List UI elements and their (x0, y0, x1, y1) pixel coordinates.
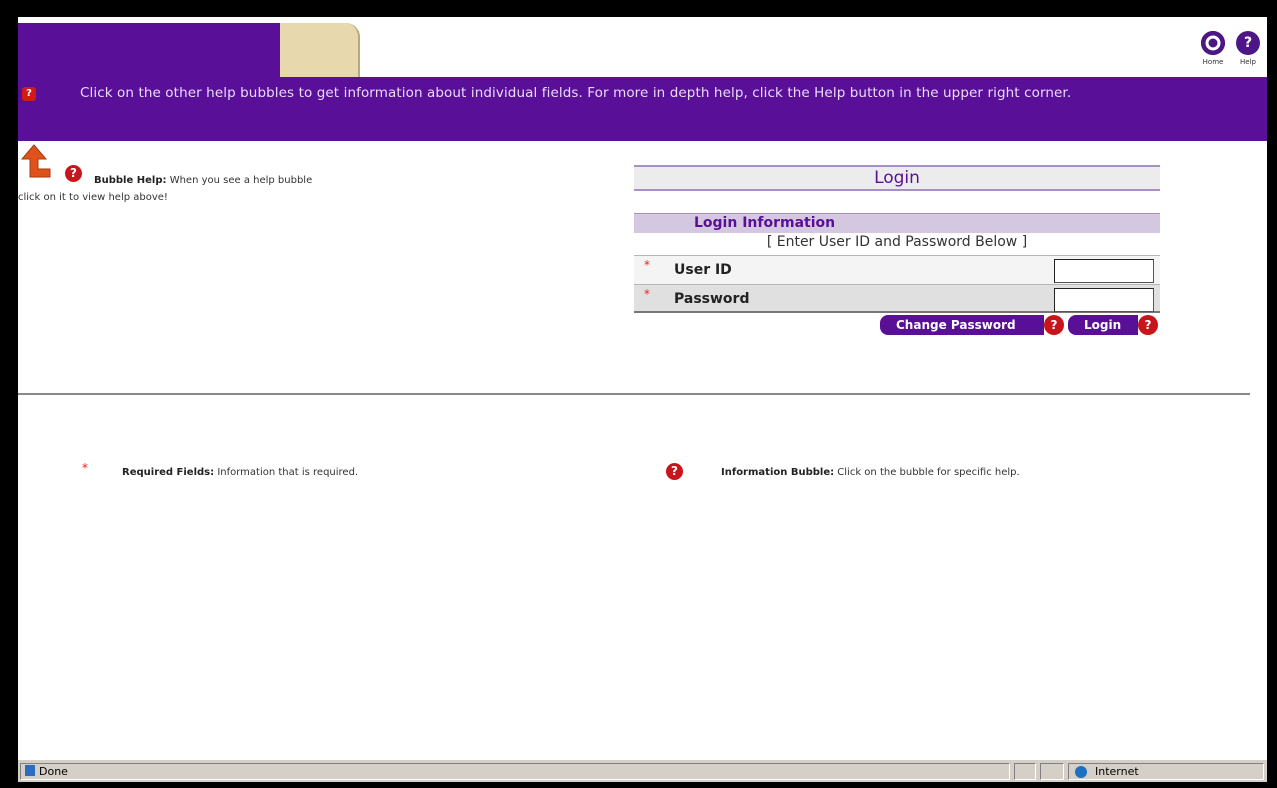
required-marker-legend: * (82, 461, 88, 475)
user-id-row: * User ID (634, 255, 1160, 284)
status-cell (1014, 763, 1036, 780)
home-icon[interactable] (1201, 31, 1225, 55)
info-bubble-legend-icon: ? (666, 463, 683, 480)
login-title: Login (634, 165, 1160, 191)
required-fields-desc: Information that is required. (217, 467, 359, 478)
info-bubble-legend: Information Bubble: Click on the bubble … (721, 467, 1020, 478)
change-password-help-icon[interactable]: ? (1044, 315, 1064, 335)
header-tab-active (18, 23, 308, 81)
globe-icon (1075, 766, 1087, 778)
user-id-input[interactable] (1054, 259, 1154, 283)
login-help-icon[interactable]: ? (1138, 315, 1158, 335)
zone-cell: Internet (1068, 763, 1264, 780)
required-marker: * (644, 258, 650, 272)
page-icon (25, 765, 35, 776)
login-button[interactable]: Login (1068, 315, 1138, 335)
bubble-help-text: Bubble Help: When you see a help bubble (94, 175, 312, 186)
bubble-help-title: Bubble Help: (94, 175, 167, 186)
status-cell (1040, 763, 1064, 780)
user-id-label: User ID (674, 262, 732, 278)
bubble-help-desc-2: click on it to view help above! (18, 192, 168, 203)
login-info-header: Login Information (634, 213, 1160, 233)
password-input[interactable] (1054, 288, 1154, 312)
password-label: Password (674, 291, 750, 307)
password-row: * Password (634, 284, 1160, 313)
banner-help-icon: ? (22, 87, 36, 101)
info-bubble-desc: Click on the bubble for specific help. (837, 467, 1020, 478)
required-fields-legend: Required Fields: Information that is req… (122, 467, 358, 478)
status-text-cell: Done (20, 763, 1010, 780)
status-text: Done (39, 765, 68, 778)
help-banner-text: Click on the other help bubbles to get i… (80, 85, 1072, 101)
required-fields-title: Required Fields: (122, 467, 215, 478)
header-tab-inactive[interactable] (280, 23, 360, 81)
help-icon[interactable]: ? (1236, 31, 1260, 55)
status-bar: Done Internet (18, 759, 1267, 782)
bubble-help-desc: When you see a help bubble (169, 175, 313, 186)
up-arrow-icon (20, 143, 52, 183)
login-info-instructions: [ Enter User ID and Password Below ] (766, 234, 1028, 250)
section-divider (18, 393, 1250, 395)
info-bubble-icon[interactable]: ? (65, 165, 82, 182)
home-label[interactable]: Home (1198, 58, 1228, 66)
zone-text: Internet (1095, 765, 1139, 778)
info-bubble-title: Information Bubble: (721, 467, 835, 478)
change-password-button[interactable]: Change Password (880, 315, 1044, 335)
browser-content: ? Click on the other help bubbles to get… (18, 17, 1267, 782)
required-marker: * (644, 287, 650, 301)
help-label[interactable]: Help (1233, 58, 1263, 66)
